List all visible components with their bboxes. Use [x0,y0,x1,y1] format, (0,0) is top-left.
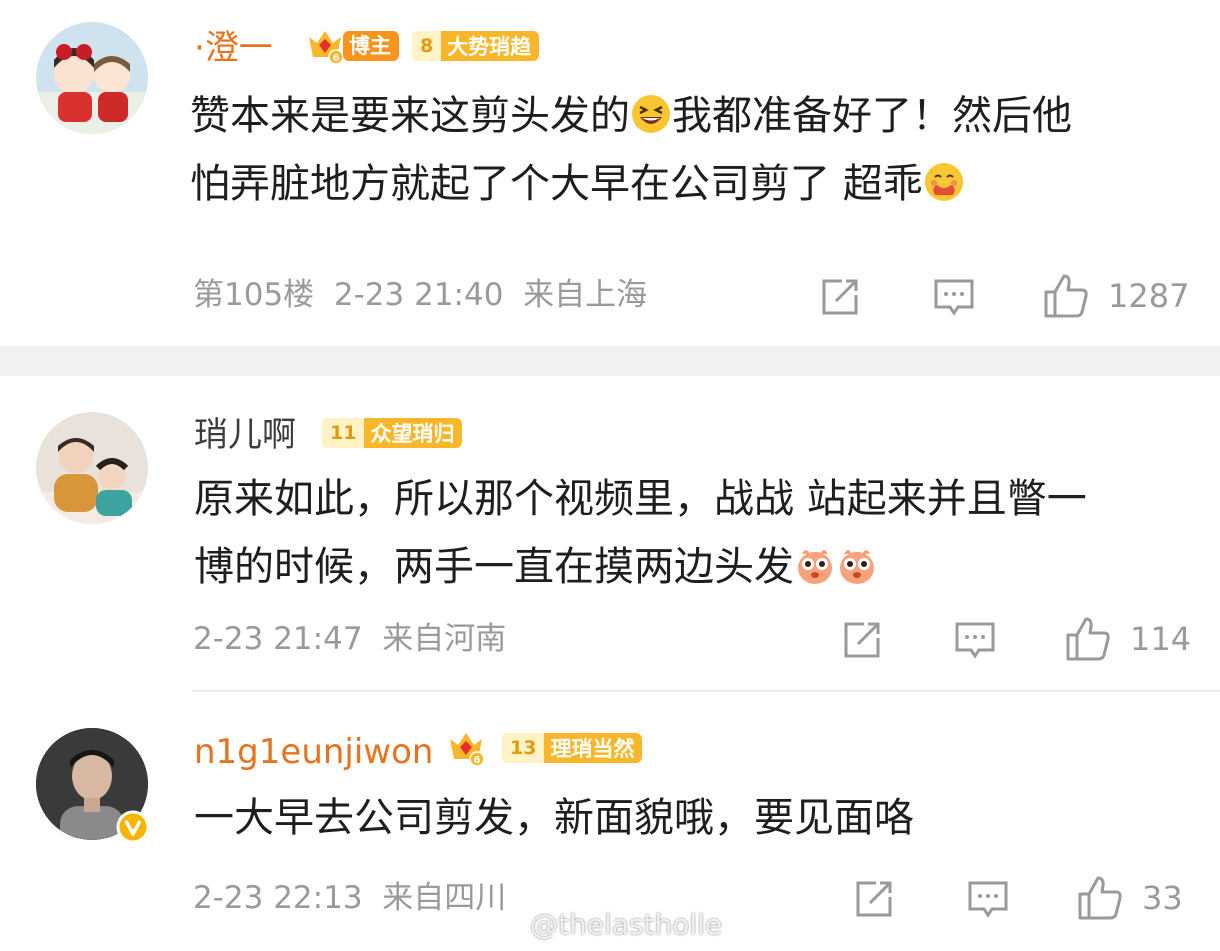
vip-crown-icon: 6 [450,733,485,767]
username[interactable]: n1g1eunjiwon [194,732,433,772]
comment-divider [192,690,1220,692]
comment-meta: 2-23 22:13 来自四川 [193,878,506,918]
comment-text-line: 原来如此，所以那个视频里，战战 站起来并且瞥一 [194,476,1087,522]
comment-meta: 第105楼 2-23 21:40 来自上海 [193,275,647,315]
grin-emoji [632,95,670,133]
repost-icon[interactable] [840,618,884,662]
comment-text-line: 博的时候，两手一直在摸两边头发 [194,544,794,590]
floor-number: 第105楼 [193,277,315,313]
vip-badge[interactable]: 6 [305,28,345,65]
repost-icon[interactable] [852,877,896,921]
comment-icon[interactable] [966,877,1010,921]
timestamp: 2-23 21:47 [193,621,363,657]
comment-icon[interactable] [932,275,976,319]
location: 来自河南 [382,621,507,657]
fan-level: 11 [322,418,365,448]
blogger-badge[interactable]: 博主 [343,31,399,61]
rabbit-emoji [798,550,832,584]
like-count: 1287 [1108,277,1190,315]
rabbit-emoji [840,550,874,584]
location: 来自上海 [523,277,648,313]
comment-text-line: 一大早去公司剪发，新面貌哦，要见面咯 [194,795,914,841]
comment-text: 赞本来是要来这剪头发的 我都准备好了！然后他 怕弄脏地方就起了个大早在公司剪了 超… [190,82,1200,218]
svg-text:6: 6 [474,755,481,766]
avatar[interactable] [36,22,148,134]
watermark: @thelastholle [530,908,723,941]
fan-level: 8 [412,31,442,61]
username[interactable]: 琑儿啊 [194,415,296,455]
like-icon[interactable] [1064,615,1112,663]
fan-level-badge[interactable]: 8 大势琑趋 [412,31,540,61]
comment-meta: 2-23 21:47 来自河南 [193,619,506,659]
avatar[interactable] [36,412,148,524]
weibo-logo [490,914,525,942]
repost-icon[interactable] [818,275,862,319]
fan-level: 13 [502,733,545,763]
section-separator [0,346,1220,376]
like-icon[interactable] [1076,874,1124,922]
comment-text: 原来如此，所以那个视频里，战战 站起来并且瞥一 博的时候，两手一直在摸两边头发 [194,465,1204,601]
like-icon[interactable] [1042,272,1090,320]
comment-text-line: 我都准备好了！然后他 [672,93,1072,139]
like-count: 33 [1142,879,1183,917]
fan-level-badge[interactable]: 11 众望琑归 [322,418,463,448]
like-count: 114 [1130,620,1192,658]
fan-title: 大势琑趋 [447,35,532,59]
comment-icon[interactable] [953,618,997,662]
comment-text-line: 赞本来是要来这剪头发的 [190,93,630,139]
username[interactable]: ·澄一 [194,28,273,68]
fan-title: 众望琑归 [370,422,455,446]
verified-icon [116,810,150,844]
hug-emoji [924,163,963,201]
timestamp: 2-23 22:13 [193,880,363,916]
timestamp: 2-23 21:40 [333,277,504,313]
vip-badge[interactable]: 6 [446,730,486,767]
vip-crown-icon: 6 [309,31,344,65]
comment-text: 一大早去公司剪发，新面貌哦，要见面咯 [194,784,1204,852]
location: 来自四川 [382,880,507,916]
fan-title: 理琑当然 [550,737,635,761]
fan-level-badge[interactable]: 13 理琑当然 [502,733,643,763]
svg-text:6: 6 [333,53,340,64]
comment-text-line: 怕弄脏地方就起了个大早在公司剪了 超乖 [190,161,923,207]
